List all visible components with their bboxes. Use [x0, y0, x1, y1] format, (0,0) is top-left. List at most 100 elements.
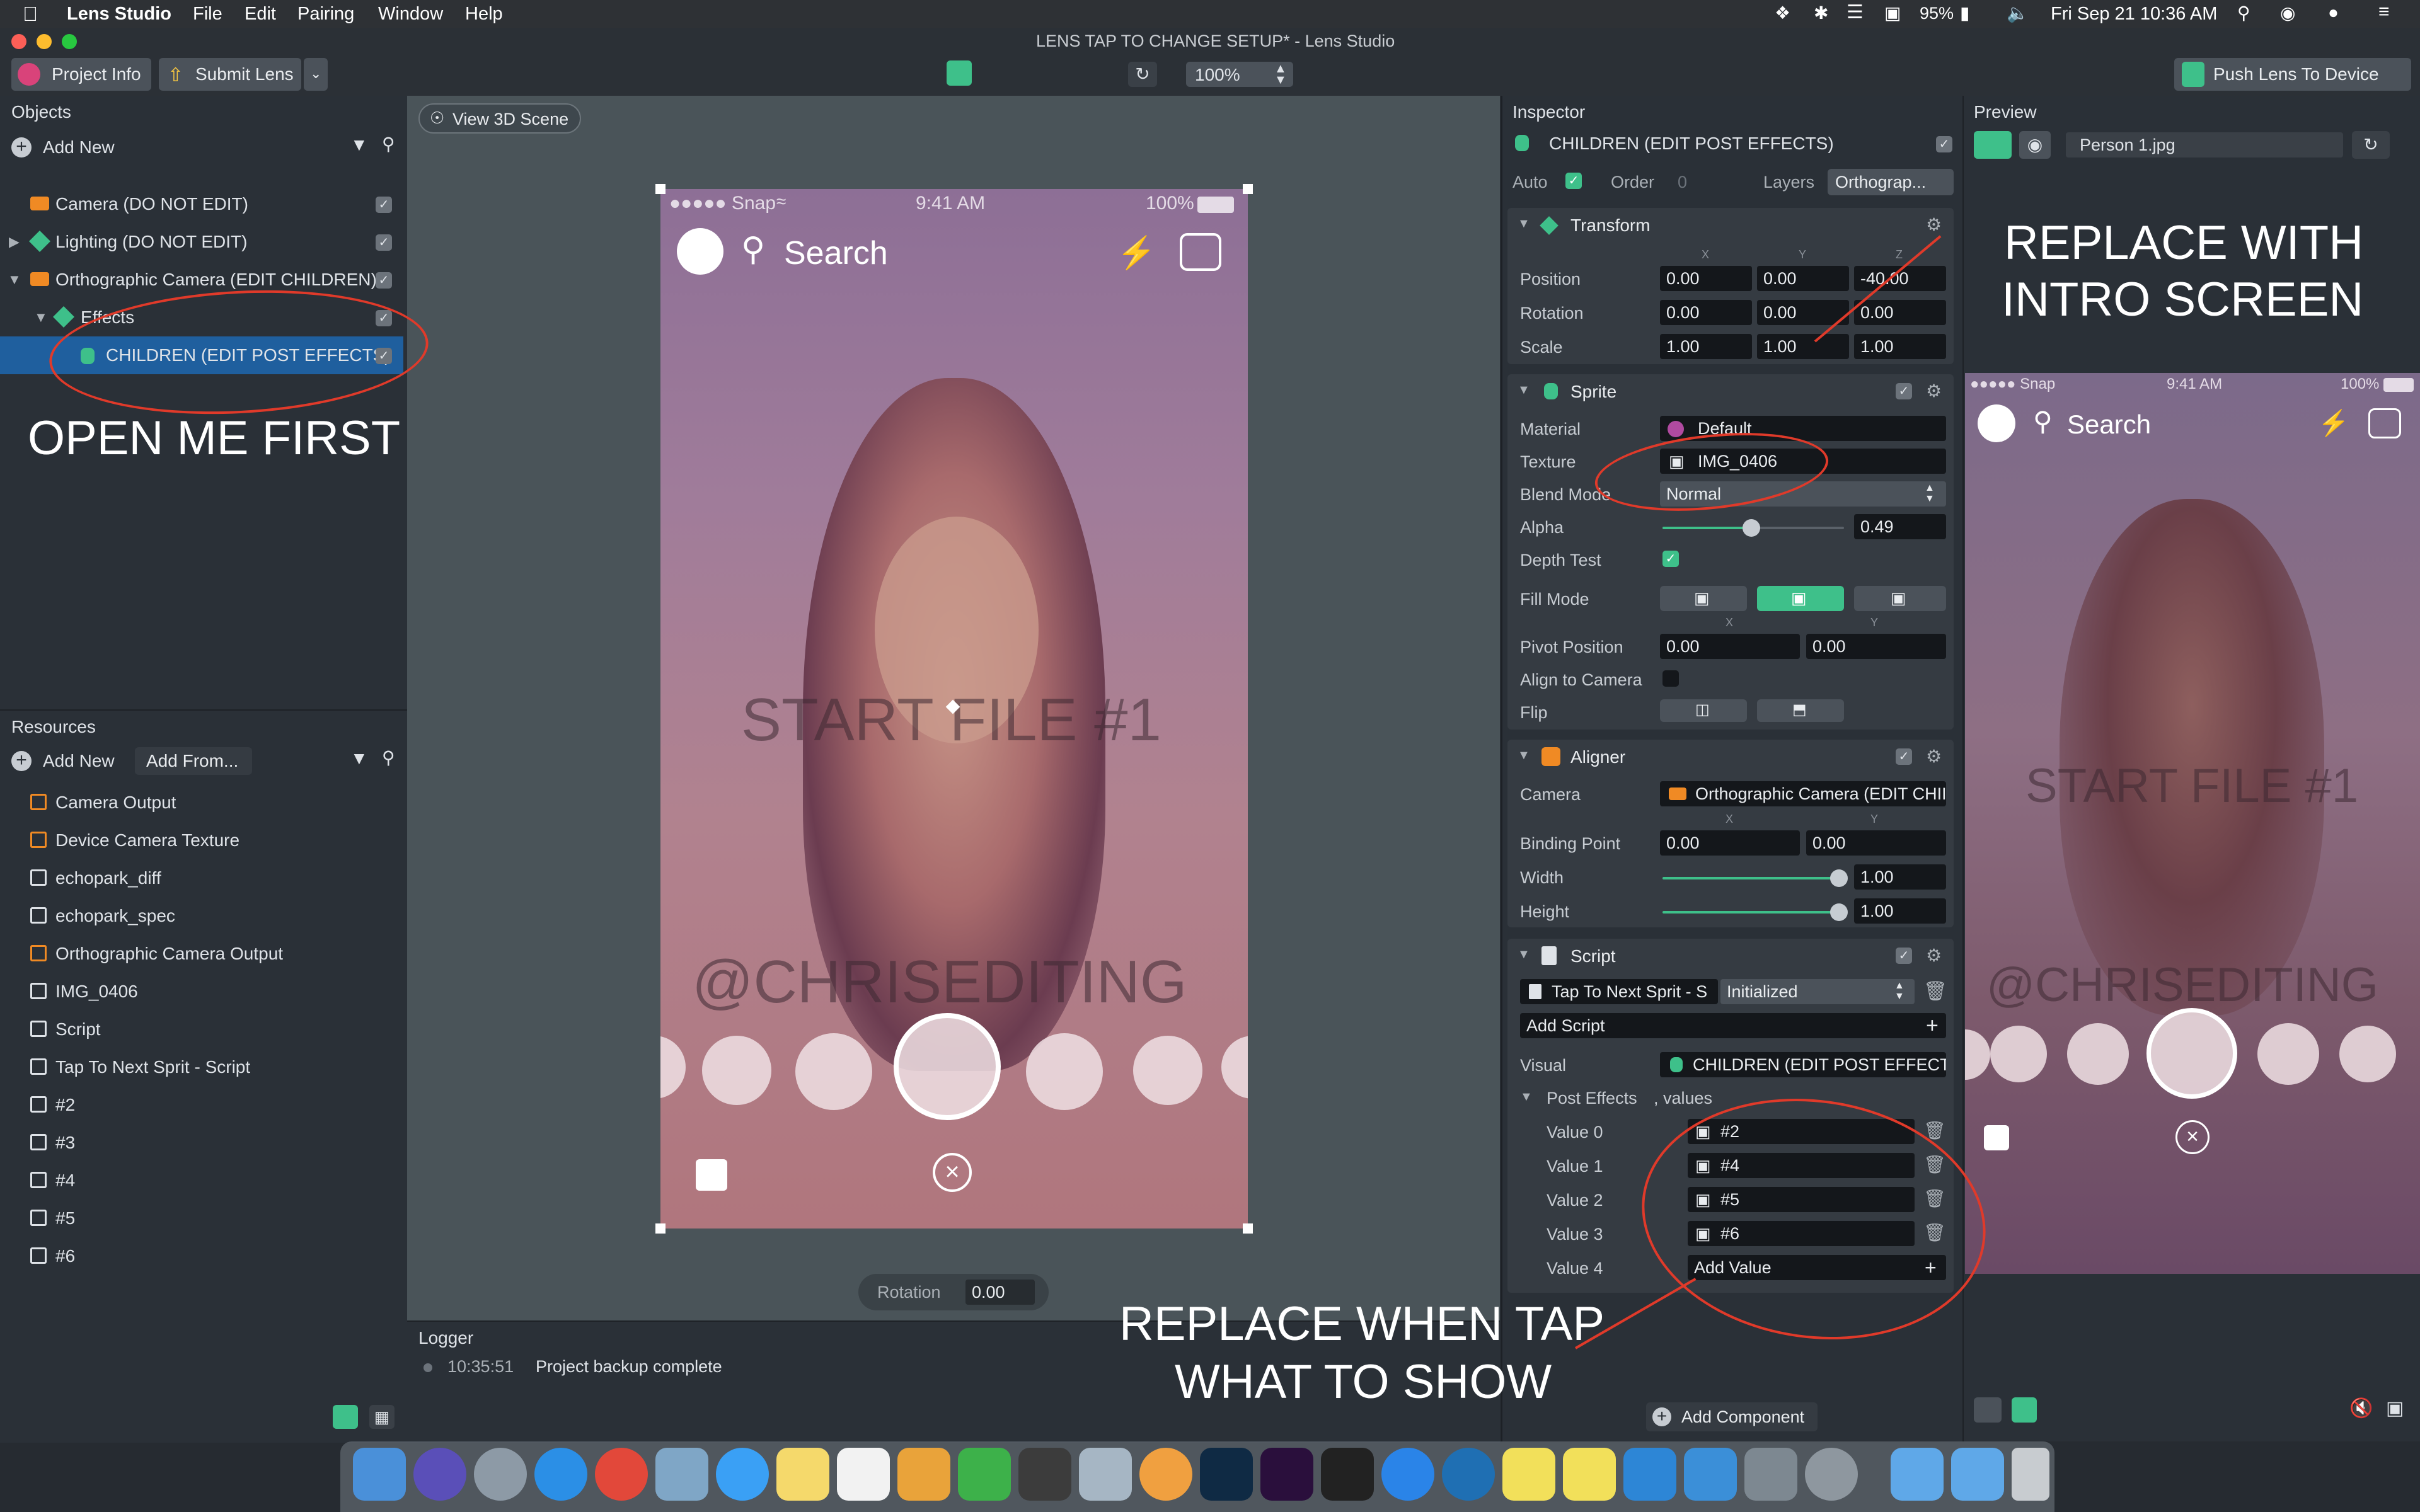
object-ortho-camera[interactable]: ▼ Orthographic Camera (EDIT CHILDREN) ✓: [0, 261, 403, 299]
finder-icon[interactable]: [353, 1448, 406, 1501]
collapse-arrow-icon[interactable]: ▼: [1520, 1090, 1533, 1104]
collapse-arrow-icon[interactable]: ▼: [34, 299, 48, 336]
add-component-button[interactable]: + Add Component: [1646, 1402, 1818, 1431]
zoom-field[interactable]: 100% ▲ ▼: [1186, 62, 1293, 87]
object-enabled-checkbox[interactable]: ✓: [1936, 136, 1952, 152]
menu-pairing[interactable]: Pairing: [297, 4, 354, 25]
notes-icon[interactable]: [776, 1448, 829, 1501]
position-x-field[interactable]: 0.00: [1660, 266, 1752, 291]
keynote-icon[interactable]: [897, 1448, 950, 1501]
preview-panel-toggle-icon[interactable]: [947, 60, 972, 86]
trash-icon[interactable]: [2012, 1448, 2049, 1501]
resource-item[interactable]: echopark_spec: [0, 897, 403, 935]
collapse-arrow-icon[interactable]: ▼: [1518, 748, 1530, 763]
resize-handle[interactable]: [1243, 1223, 1253, 1234]
sprite-enabled-checkbox[interactable]: ✓: [1896, 383, 1912, 399]
launchpad-icon[interactable]: [474, 1448, 527, 1501]
calendar-icon[interactable]: [837, 1448, 890, 1501]
quicktime-icon[interactable]: [1442, 1448, 1495, 1501]
filmora-icon[interactable]: [1321, 1448, 1374, 1501]
resize-handle[interactable]: [655, 1223, 666, 1234]
rotation-z-field[interactable]: 0.00: [1854, 300, 1946, 325]
mute-icon[interactable]: 🔇: [2349, 1397, 2373, 1419]
snap-icon[interactable]: [1563, 1448, 1616, 1501]
fill-mode-stretch-button[interactable]: ▣: [1854, 586, 1946, 611]
position-y-field[interactable]: 0.00: [1757, 266, 1849, 291]
search-icon[interactable]: ⚲: [382, 747, 395, 768]
notification-center-icon[interactable]: ≡: [2378, 1, 2390, 23]
push-lens-button[interactable]: Push Lens To Device: [2174, 58, 2411, 91]
xcode-icon[interactable]: [1623, 1448, 1676, 1501]
rotation-x-field[interactable]: 0.00: [1660, 300, 1752, 325]
submit-lens-button[interactable]: ⇧ Submit Lens: [159, 58, 301, 91]
premiere-icon[interactable]: [1260, 1448, 1313, 1501]
volume-icon[interactable]: 🔈: [2007, 3, 2029, 23]
phone-preview[interactable]: ●●●●● Snap ≈ 9:41 AM 100% ⚲ Search ⚡ STA…: [660, 189, 1248, 1228]
width-slider[interactable]: [1662, 877, 1833, 879]
camera-field[interactable]: Orthographic Camera (EDIT CHII: [1660, 781, 1946, 806]
resource-item[interactable]: echopark_diff: [0, 859, 403, 897]
visibility-checkbox[interactable]: ✓: [376, 234, 392, 251]
bluetooth-icon[interactable]: ✱: [1814, 3, 1828, 23]
preview-phone[interactable]: ●●●●● Snap 9:41 AM 100% ⚲ Search ⚡ START…: [1965, 373, 2420, 1274]
close-window-button[interactable]: [11, 34, 26, 49]
menu-window[interactable]: Window: [378, 4, 443, 25]
list-view-icon[interactable]: [333, 1405, 358, 1429]
submit-lens-dropdown[interactable]: ⌄: [304, 58, 328, 91]
menu-edit[interactable]: Edit: [245, 4, 276, 25]
resources-add-new-button[interactable]: + Add New: [11, 747, 125, 775]
app-store-icon[interactable]: [1381, 1448, 1434, 1501]
folder-icon[interactable]: [1684, 1448, 1737, 1501]
settings-gear-icon[interactable]: ⚙: [1926, 381, 1942, 401]
order-value[interactable]: 0: [1678, 173, 1687, 192]
photoshop-icon[interactable]: [1200, 1448, 1253, 1501]
disk-utility-icon[interactable]: [1744, 1448, 1797, 1501]
align-to-camera-checkbox[interactable]: [1662, 670, 1679, 687]
settings-gear-icon[interactable]: ⚙: [1926, 746, 1942, 767]
add-script-field[interactable]: Add Script +: [1520, 1013, 1946, 1038]
object-lighting[interactable]: ▶ Lighting (DO NOT EDIT) ✓: [0, 223, 403, 261]
filter-icon[interactable]: ▼: [350, 748, 368, 769]
height-field[interactable]: 1.00: [1854, 898, 1946, 924]
battery-icon[interactable]: ▮: [1960, 3, 1969, 23]
binding-y-field[interactable]: 0.00: [1806, 830, 1946, 856]
resource-item[interactable]: Device Camera Texture: [0, 822, 403, 859]
rotation-field[interactable]: 0.00: [965, 1280, 1035, 1305]
collapse-arrow-icon[interactable]: ▼: [8, 261, 21, 299]
script-enabled-checkbox[interactable]: ✓: [1896, 948, 1912, 964]
objects-add-new-button[interactable]: + Add New: [11, 134, 137, 161]
object-camera[interactable]: Camera (DO NOT EDIT) ✓: [0, 185, 403, 223]
flip-vertical-button[interactable]: ⬒: [1757, 699, 1844, 722]
snapcode-icon[interactable]: [1974, 1397, 2002, 1423]
settings-gear-icon[interactable]: ⚙: [1926, 945, 1942, 966]
alpha-slider-knob[interactable]: [1743, 519, 1761, 537]
depth-test-checkbox[interactable]: ✓: [1662, 551, 1679, 567]
project-info-button[interactable]: Project Info: [11, 58, 151, 91]
visual-field[interactable]: CHILDREN (EDIT POST EFFECTS: [1660, 1052, 1946, 1077]
resource-item[interactable]: #2: [0, 1086, 403, 1124]
preview-source-select[interactable]: Person 1.jpg: [2066, 132, 2343, 158]
resource-item[interactable]: #3: [0, 1124, 403, 1162]
grid-view-icon[interactable]: ▦: [369, 1405, 395, 1429]
user-icon[interactable]: ●: [2328, 3, 2339, 23]
aligner-enabled-checkbox[interactable]: ✓: [1896, 748, 1912, 765]
reset-view-icon[interactable]: ↻: [1128, 62, 1157, 87]
photos-icon[interactable]: [1139, 1448, 1192, 1501]
apple-icon[interactable]: : [23, 3, 38, 26]
expand-arrow-icon[interactable]: ▶: [9, 223, 20, 261]
height-slider[interactable]: [1662, 911, 1833, 914]
menu-file[interactable]: File: [193, 4, 222, 25]
resource-item[interactable]: Camera Output: [0, 784, 403, 822]
scale-y-field[interactable]: 1.00: [1757, 334, 1849, 359]
resource-item[interactable]: #5: [0, 1200, 403, 1237]
display-icon[interactable]: ▣: [1884, 3, 1901, 23]
zoom-window-button[interactable]: [62, 34, 77, 49]
scale-x-field[interactable]: 1.00: [1660, 334, 1752, 359]
lens-studio-icon[interactable]: [1502, 1448, 1555, 1501]
fill-mode-fit-button[interactable]: ▣: [1660, 586, 1747, 611]
pivot-x-field[interactable]: 0.00: [1660, 634, 1800, 659]
visibility-checkbox[interactable]: ✓: [376, 197, 392, 213]
dropbox-icon[interactable]: ❖: [1775, 3, 1790, 23]
scale-z-field[interactable]: 1.00: [1854, 334, 1946, 359]
mail-icon[interactable]: [655, 1448, 708, 1501]
